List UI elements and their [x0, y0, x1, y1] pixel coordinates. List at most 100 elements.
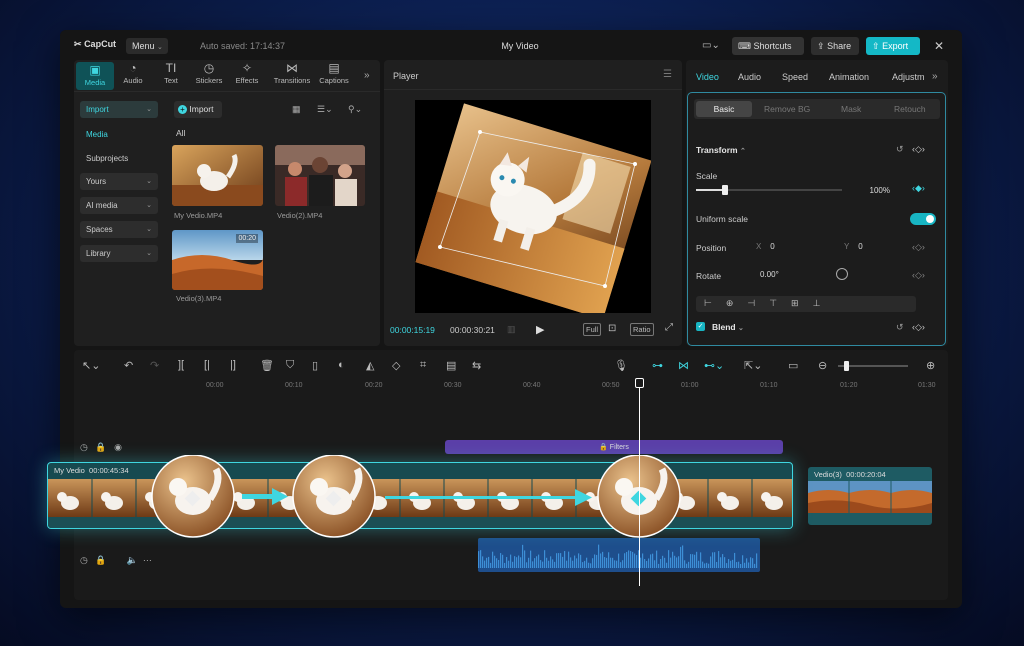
clock-icon[interactable]: ◷: [80, 442, 88, 452]
hamburger-icon[interactable]: ☰: [663, 69, 672, 80]
sort-icon[interactable]: ☰⌄: [317, 104, 333, 115]
split-icon[interactable]: ][: [178, 359, 184, 371]
split-right-icon[interactable]: |]: [230, 359, 236, 371]
subtab-retouch[interactable]: Retouch: [894, 104, 926, 114]
more-inspector-tabs-icon[interactable]: »: [932, 71, 938, 82]
more-tabs-icon[interactable]: »: [364, 70, 370, 81]
lock-icon[interactable]: 🔒: [95, 442, 106, 452]
audio-waveform[interactable]: [478, 538, 760, 572]
sidebar-item-spaces[interactable]: Spaces ⌄: [80, 221, 158, 238]
freeze-icon[interactable]: ▯: [312, 359, 318, 372]
rotate-dial-icon[interactable]: [836, 268, 848, 280]
rotate-field[interactable]: 0.00°: [750, 266, 802, 282]
position-y-field[interactable]: Y 0: [838, 238, 884, 254]
zoom-slider-knob[interactable]: [844, 361, 849, 371]
keyframe-icon[interactable]: ‹◇›: [912, 144, 925, 155]
ratio-button[interactable]: Ratio: [630, 323, 654, 336]
scale-slider-knob[interactable]: [722, 185, 729, 195]
link-icon[interactable]: ⊶: [652, 359, 663, 372]
player-canvas[interactable]: [415, 100, 652, 320]
uniform-scale-toggle[interactable]: [910, 213, 936, 225]
blend-section[interactable]: Blend ⌄: [712, 322, 744, 332]
filter-clip[interactable]: 🔒 Filters: [445, 440, 783, 454]
close-icon[interactable]: ✕: [934, 39, 944, 53]
sidebar-item-ai-media[interactable]: AI media ⌄: [80, 197, 158, 214]
keyframe-circle-1[interactable]: [150, 455, 236, 541]
full-button[interactable]: Full: [583, 323, 602, 336]
keyframe-icon[interactable]: ‹◇›: [912, 270, 925, 281]
zoom-in-icon[interactable]: ⊕: [926, 359, 935, 372]
tab-transitions[interactable]: ⋈ Transitions: [270, 62, 314, 85]
speed-icon[interactable]: ◐: [338, 359, 345, 371]
export-button[interactable]: ⇧ Export: [866, 37, 920, 55]
rotate-tool-icon[interactable]: ◇: [392, 359, 400, 372]
play-icon[interactable]: ▶: [536, 323, 544, 336]
layout-icon[interactable]: ▭⌄: [702, 40, 720, 51]
tab-speed[interactable]: Speed: [782, 72, 808, 82]
menu-button[interactable]: Menu ⌄: [126, 38, 168, 54]
magnet-icon[interactable]: ⋈: [678, 359, 689, 372]
transform-section[interactable]: Transform ⌃: [696, 145, 746, 155]
tab-effects[interactable]: ✧ Effects: [228, 62, 266, 85]
sidebar-item-media[interactable]: Media: [80, 126, 158, 143]
align-toolbar[interactable]: ⊢⊕⊣⊤⊞⊥: [696, 296, 916, 312]
keyframe-circle-2[interactable]: [291, 455, 377, 541]
microphone-icon[interactable]: 🎙: [614, 359, 628, 372]
zoom-out-icon[interactable]: ⊖: [818, 359, 827, 372]
clock-icon[interactable]: ◷: [80, 555, 88, 565]
preview-icon[interactable]: ⇱⌄: [744, 359, 762, 372]
lock-icon[interactable]: 🔒: [95, 555, 106, 565]
tab-text[interactable]: TI Text: [152, 62, 190, 85]
tab-adjustment[interactable]: Adjustm: [892, 72, 925, 82]
eye-icon[interactable]: ◉: [114, 442, 122, 452]
tab-inspector-audio[interactable]: Audio: [738, 72, 761, 82]
playhead-handle[interactable]: [635, 378, 644, 388]
import-button[interactable]: + Import: [174, 101, 222, 118]
screen-icon[interactable]: ▭: [788, 359, 798, 372]
tab-animation[interactable]: Animation: [829, 72, 869, 82]
blend-checkbox[interactable]: ✓: [696, 322, 705, 331]
subtab-remove-bg[interactable]: Remove BG: [764, 104, 810, 114]
tab-media[interactable]: ▣ Media: [76, 62, 114, 90]
reset-icon[interactable]: ↺: [896, 322, 904, 333]
delete-icon[interactable]: 🗑: [260, 359, 274, 372]
split-left-icon[interactable]: [|: [204, 359, 210, 371]
caption-tool-icon[interactable]: ▤: [446, 359, 456, 372]
media-thumb-vedio-2[interactable]: [275, 145, 365, 206]
sidebar-item-library[interactable]: Library ⌄: [80, 245, 158, 262]
playhead-line[interactable]: [639, 380, 640, 586]
tab-captions[interactable]: ▤ Captions: [314, 62, 354, 85]
media-thumb-my-vedio[interactable]: [172, 145, 263, 206]
filter-icon[interactable]: ⚲⌄: [348, 104, 362, 115]
subtab-basic[interactable]: Basic: [696, 101, 752, 117]
media-filter-all[interactable]: All: [176, 128, 185, 138]
fullscreen-icon[interactable]: ⤢: [665, 322, 673, 333]
snapshot-icon[interactable]: ⊡: [608, 323, 616, 334]
reset-icon[interactable]: ↺: [896, 144, 904, 155]
subtab-mask[interactable]: Mask: [841, 104, 861, 114]
keyframe-active-icon[interactable]: ‹◆›: [912, 183, 925, 194]
undo-icon[interactable]: ↶: [124, 359, 133, 372]
media-thumb-vedio-3[interactable]: 00:20: [172, 230, 263, 290]
tab-stickers[interactable]: ◷ Stickers: [190, 62, 228, 85]
tab-audio[interactable]: ◔ Audio: [114, 62, 152, 85]
redo-icon[interactable]: ↷: [150, 359, 159, 372]
replace-icon[interactable]: ⇆: [472, 359, 481, 372]
share-button[interactable]: ⇪ Share: [811, 37, 859, 55]
speaker-icon[interactable]: 🔈: [127, 555, 138, 565]
scale-value[interactable]: 100%: [846, 182, 896, 198]
tab-video[interactable]: Video: [696, 72, 719, 82]
sidebar-import[interactable]: Import ⌄: [80, 101, 158, 118]
keyframe-icon[interactable]: ‹◇›: [912, 242, 925, 253]
more-icon[interactable]: ⋯: [143, 555, 152, 565]
crop-icon[interactable]: ⌗: [420, 359, 426, 372]
grid-view-icon[interactable]: ▦: [292, 104, 301, 115]
keyframe-icon[interactable]: ‹◇›: [912, 322, 925, 333]
snap-icon[interactable]: ⊷⌄: [704, 359, 724, 372]
mirror-icon[interactable]: ◭: [366, 359, 374, 372]
sidebar-item-subprojects[interactable]: Subprojects: [80, 150, 158, 167]
select-tool-icon[interactable]: ↖⌄: [82, 359, 100, 372]
sidebar-item-yours[interactable]: Yours ⌄: [80, 173, 158, 190]
zoom-slider[interactable]: [838, 361, 908, 371]
scale-slider-track[interactable]: [696, 185, 842, 195]
